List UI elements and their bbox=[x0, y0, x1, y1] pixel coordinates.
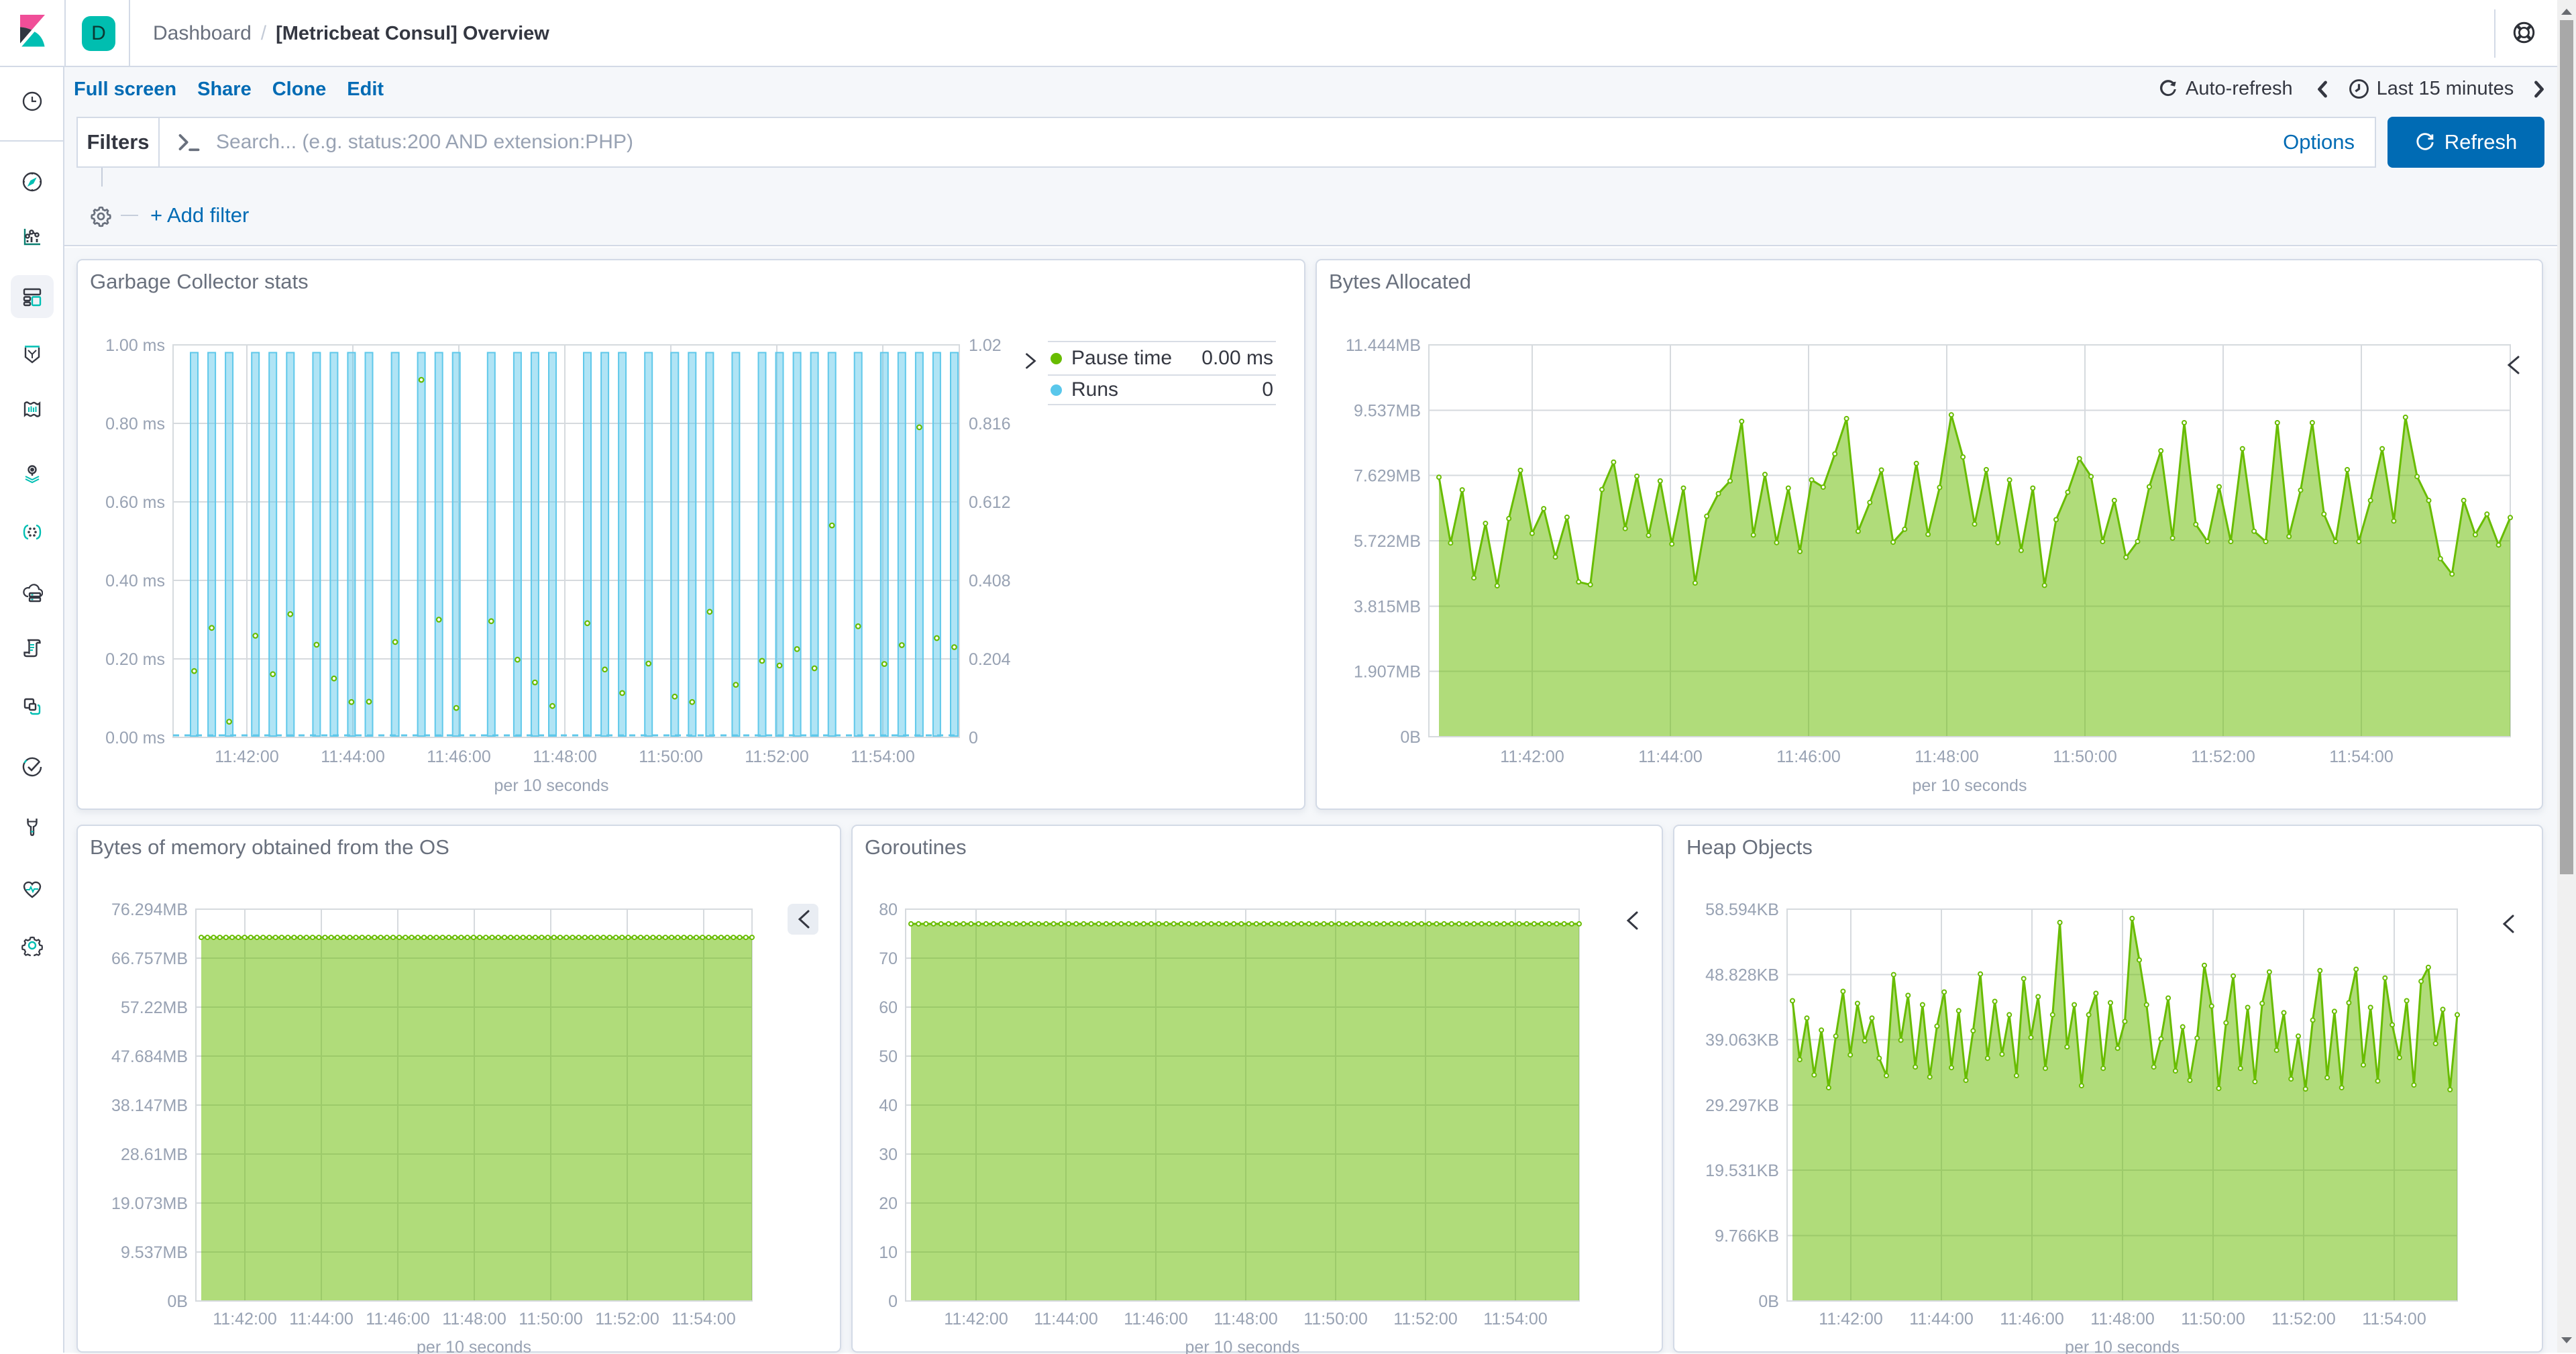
svg-text:39.063KB: 39.063KB bbox=[1705, 1031, 1779, 1050]
svg-text:11:46:00: 11:46:00 bbox=[1124, 1310, 1187, 1329]
svg-text:57.22MB: 57.22MB bbox=[121, 998, 188, 1017]
svg-text:11:44:00: 11:44:00 bbox=[1034, 1310, 1097, 1329]
svg-text:40: 40 bbox=[879, 1096, 898, 1115]
svg-text:7.629MB: 7.629MB bbox=[1354, 467, 1421, 486]
svg-text:58.594KB: 58.594KB bbox=[1705, 900, 1779, 919]
svg-text:0.80 ms: 0.80 ms bbox=[105, 415, 165, 433]
svg-text:0.60 ms: 0.60 ms bbox=[105, 493, 165, 512]
svg-text:11:48:00: 11:48:00 bbox=[533, 747, 596, 766]
svg-text:11:48:00: 11:48:00 bbox=[442, 1310, 506, 1329]
svg-text:11:48:00: 11:48:00 bbox=[2090, 1310, 2154, 1329]
svg-text:11:48:00: 11:48:00 bbox=[1915, 747, 1978, 766]
svg-text:0.408: 0.408 bbox=[969, 572, 1011, 590]
svg-text:0B: 0B bbox=[167, 1292, 188, 1311]
svg-text:0.00 ms: 0.00 ms bbox=[105, 729, 165, 747]
svg-text:11:42:00: 11:42:00 bbox=[1500, 747, 1564, 766]
svg-text:11:48:00: 11:48:00 bbox=[1214, 1310, 1277, 1329]
svg-text:per 10 seconds: per 10 seconds bbox=[2065, 1338, 2180, 1354]
svg-text:11:42:00: 11:42:00 bbox=[215, 747, 278, 766]
svg-text:11:46:00: 11:46:00 bbox=[2000, 1310, 2063, 1329]
svg-text:0.204: 0.204 bbox=[969, 650, 1011, 669]
svg-text:47.684MB: 47.684MB bbox=[111, 1047, 188, 1066]
svg-text:11:54:00: 11:54:00 bbox=[2362, 1310, 2426, 1329]
svg-text:20: 20 bbox=[879, 1194, 898, 1213]
svg-text:50: 50 bbox=[879, 1047, 898, 1066]
svg-text:11:54:00: 11:54:00 bbox=[2329, 747, 2393, 766]
svg-text:per 10 seconds: per 10 seconds bbox=[494, 776, 609, 795]
svg-text:11:50:00: 11:50:00 bbox=[519, 1310, 582, 1329]
svg-text:per 10 seconds: per 10 seconds bbox=[1185, 1338, 1300, 1354]
svg-text:0.816: 0.816 bbox=[969, 415, 1011, 433]
svg-text:11:54:00: 11:54:00 bbox=[1483, 1310, 1547, 1329]
svg-text:11:42:00: 11:42:00 bbox=[1819, 1310, 1882, 1329]
svg-text:0.20 ms: 0.20 ms bbox=[105, 650, 165, 669]
svg-text:11:50:00: 11:50:00 bbox=[2181, 1310, 2245, 1329]
svg-text:30: 30 bbox=[879, 1145, 898, 1164]
svg-text:11:52:00: 11:52:00 bbox=[2191, 747, 2255, 766]
svg-text:11:44:00: 11:44:00 bbox=[1909, 1310, 1973, 1329]
svg-text:0: 0 bbox=[888, 1292, 898, 1311]
svg-text:11:52:00: 11:52:00 bbox=[2271, 1310, 2335, 1329]
svg-text:5.722MB: 5.722MB bbox=[1354, 532, 1421, 551]
svg-text:66.757MB: 66.757MB bbox=[111, 949, 188, 968]
svg-text:11:46:00: 11:46:00 bbox=[427, 747, 490, 766]
svg-text:11:46:00: 11:46:00 bbox=[1776, 747, 1840, 766]
svg-text:19.531KB: 19.531KB bbox=[1705, 1161, 1779, 1180]
svg-text:0B: 0B bbox=[1758, 1292, 1779, 1311]
svg-text:10: 10 bbox=[879, 1243, 898, 1262]
svg-text:11:44:00: 11:44:00 bbox=[321, 747, 384, 766]
svg-text:9.537MB: 9.537MB bbox=[1354, 401, 1421, 420]
svg-text:11:42:00: 11:42:00 bbox=[944, 1310, 1008, 1329]
svg-text:11:52:00: 11:52:00 bbox=[1393, 1310, 1457, 1329]
svg-text:9.766KB: 9.766KB bbox=[1715, 1227, 1779, 1246]
svg-text:per 10 seconds: per 10 seconds bbox=[1913, 776, 2027, 795]
svg-text:1.907MB: 1.907MB bbox=[1354, 663, 1421, 682]
svg-text:1.00 ms: 1.00 ms bbox=[105, 336, 165, 355]
svg-text:0.40 ms: 0.40 ms bbox=[105, 572, 165, 590]
svg-text:11:50:00: 11:50:00 bbox=[639, 747, 702, 766]
svg-text:per 10 seconds: per 10 seconds bbox=[417, 1338, 531, 1354]
svg-text:11:46:00: 11:46:00 bbox=[366, 1310, 429, 1329]
svg-text:1.02: 1.02 bbox=[969, 336, 1002, 355]
svg-text:11:54:00: 11:54:00 bbox=[851, 747, 914, 766]
svg-text:11:52:00: 11:52:00 bbox=[745, 747, 808, 766]
svg-text:29.297KB: 29.297KB bbox=[1705, 1096, 1779, 1115]
svg-text:0B: 0B bbox=[1400, 728, 1421, 747]
svg-text:11.444MB: 11.444MB bbox=[1346, 336, 1421, 355]
svg-text:11:50:00: 11:50:00 bbox=[2053, 747, 2116, 766]
svg-text:0.612: 0.612 bbox=[969, 493, 1011, 512]
svg-text:60: 60 bbox=[879, 998, 898, 1017]
svg-text:19.073MB: 19.073MB bbox=[111, 1194, 188, 1213]
svg-text:80: 80 bbox=[879, 900, 898, 919]
svg-text:11:54:00: 11:54:00 bbox=[672, 1310, 735, 1329]
svg-text:38.147MB: 38.147MB bbox=[111, 1096, 188, 1115]
svg-text:11:44:00: 11:44:00 bbox=[1638, 747, 1702, 766]
svg-text:11:50:00: 11:50:00 bbox=[1303, 1310, 1367, 1329]
svg-text:9.537MB: 9.537MB bbox=[121, 1243, 188, 1262]
svg-text:0: 0 bbox=[969, 729, 978, 747]
svg-text:11:52:00: 11:52:00 bbox=[595, 1310, 659, 1329]
svg-text:76.294MB: 76.294MB bbox=[111, 900, 188, 919]
svg-text:3.815MB: 3.815MB bbox=[1354, 597, 1421, 616]
svg-text:11:44:00: 11:44:00 bbox=[289, 1310, 353, 1329]
svg-text:70: 70 bbox=[879, 949, 898, 968]
svg-text:48.828KB: 48.828KB bbox=[1705, 966, 1779, 984]
svg-text:28.61MB: 28.61MB bbox=[121, 1145, 188, 1164]
svg-text:11:42:00: 11:42:00 bbox=[213, 1310, 276, 1329]
